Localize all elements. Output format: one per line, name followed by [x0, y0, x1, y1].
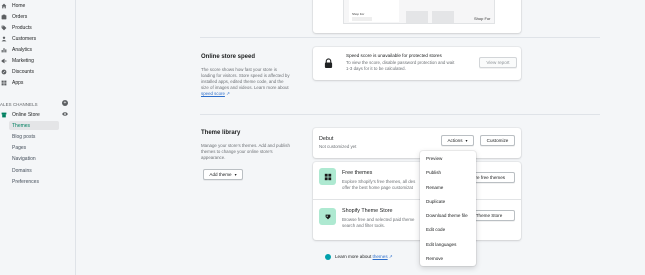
external-link-icon: ↗: [226, 91, 230, 96]
sidebar-item-analytics[interactable]: Analytics: [0, 45, 32, 54]
caret-down-icon: ▾: [465, 138, 468, 143]
tag-icon: [1, 25, 7, 31]
current-theme-card: Debut Not customized yet Actions ▾ Custo…: [313, 128, 521, 158]
menu-item-remove[interactable]: Remove: [426, 254, 443, 262]
preview-block: [352, 17, 372, 21]
discount-icon: [1, 69, 7, 75]
actions-menu: Preview Publish Rename Duplicate Downloa…: [420, 151, 476, 266]
person-icon: [1, 36, 7, 42]
store-icon: [1, 112, 7, 118]
theme-store-icon: [319, 208, 336, 225]
divider: [200, 37, 600, 38]
sidebar-item-label: Apps: [12, 79, 24, 86]
free-themes-desc: offer the best home page customizat: [342, 185, 413, 190]
bar-chart-icon: [1, 47, 7, 53]
preview-left-panel: Shop For: [349, 0, 399, 22]
desc-line: appearance.: [201, 155, 226, 160]
lock-icon: [324, 58, 333, 68]
sidebar-item-themes[interactable]: Themes: [9, 121, 59, 130]
apps-icon: [1, 80, 7, 86]
preview-image: [406, 11, 428, 23]
external-link-icon: ↗: [388, 254, 393, 259]
theme-preview-card: Shop For Shop For: [313, 0, 521, 33]
free-themes-icon: [319, 168, 336, 185]
sales-channels-header: ALES CHANNELS: [0, 101, 38, 107]
theme-store-desc: search and filter tools.: [342, 223, 385, 228]
sidebar-item-label: Analytics: [12, 46, 33, 53]
sidebar-item-preferences[interactable]: Preferences: [12, 177, 39, 186]
sidebar-item-navigation[interactable]: Navigation: [12, 154, 36, 163]
sidebar-item-label: Customers: [12, 35, 37, 42]
speed-card-title: Speed score is unavailable for protected…: [346, 53, 442, 58]
view-report-button[interactable]: View report: [479, 57, 517, 68]
main-content: Shop For Shop For Online store speed The…: [77, 0, 645, 275]
add-channel-button[interactable]: +: [62, 100, 68, 106]
sidebar-item-domains[interactable]: Domains: [12, 166, 32, 175]
sidebar-item-label: Discounts: [12, 68, 34, 75]
card-divider: [313, 199, 521, 200]
divider: [200, 114, 600, 115]
theme-store-desc: Browse free and selected paid theme: [342, 217, 415, 222]
add-theme-button[interactable]: Add theme ▾: [203, 169, 243, 180]
sidebar-item-discounts[interactable]: Discounts: [0, 67, 34, 76]
preview-image: [432, 11, 454, 23]
sidebar-item-label: Online Store: [12, 111, 40, 118]
sidebar-item-orders[interactable]: Orders: [0, 12, 27, 21]
menu-item-publish[interactable]: Publish: [426, 168, 441, 176]
sidebar-item-label: Products: [12, 24, 32, 31]
themes-link[interactable]: themes: [373, 254, 388, 259]
info-icon: [325, 254, 331, 260]
theme-store-title: Shopify Theme Store: [342, 208, 393, 214]
sidebar-item-blog-posts[interactable]: Blog posts: [12, 132, 35, 141]
free-themes-desc: Explore Shopify's free themes, all des: [342, 179, 416, 184]
sidebar: Home Orders Products Customers Analytics…: [0, 0, 76, 275]
sidebar-item-label: Marketing: [12, 57, 34, 64]
theme-name: Debut: [319, 136, 334, 142]
caret-down-icon: ▾: [234, 172, 237, 177]
customize-button[interactable]: Customize: [480, 135, 515, 146]
preview-label: Shop For: [474, 16, 491, 21]
sidebar-item-pages[interactable]: Pages: [12, 143, 26, 152]
actions-button[interactable]: Actions ▾: [441, 135, 474, 146]
sidebar-item-marketing[interactable]: Marketing: [0, 56, 34, 65]
theme-status: Not customized yet: [319, 144, 357, 149]
sidebar-item-label: Home: [12, 2, 26, 9]
theme-sources-card: Free themes Explore Shopify's free theme…: [313, 162, 521, 240]
eye-icon[interactable]: [62, 111, 68, 117]
add-theme-label: Add theme: [209, 172, 232, 177]
orders-icon: [1, 14, 7, 20]
actions-label: Actions: [447, 138, 463, 143]
library-section-desc: Manage your store's themes. Add and publ…: [201, 143, 311, 161]
menu-item-duplicate[interactable]: Duplicate: [426, 197, 445, 205]
menu-item-edit-languages[interactable]: Edit languages: [426, 240, 456, 248]
home-icon: [1, 3, 7, 9]
menu-item-preview[interactable]: Preview: [426, 154, 442, 162]
theme-preview-frame: Shop For Shop For: [343, 0, 495, 24]
preview-label: Shop For: [352, 12, 365, 16]
footer-text: Learn more about: [335, 254, 372, 259]
sidebar-item-customers[interactable]: Customers: [0, 34, 36, 43]
sidebar-item-products[interactable]: Products: [0, 23, 32, 32]
speed-card-line: To view the score, disable password prot…: [346, 60, 455, 65]
megaphone-icon: [1, 58, 7, 64]
learn-more-footer: Learn more about themes ↗: [335, 254, 393, 260]
speed-card-line: 1-3 days for it to be calculated.: [346, 66, 406, 71]
library-section-title: Theme library: [201, 130, 241, 136]
menu-item-rename[interactable]: Rename: [426, 183, 443, 191]
speed-section-title: Online store speed: [201, 54, 256, 60]
sidebar-item-label: Orders: [12, 13, 28, 20]
sidebar-item-online-store[interactable]: Online Store: [0, 110, 40, 119]
speed-score-card: Speed score is unavailable for protected…: [313, 47, 521, 80]
speed-score-link[interactable]: speed score: [201, 91, 225, 96]
free-themes-title: Free themes: [342, 170, 373, 176]
sidebar-item-apps[interactable]: Apps: [0, 78, 23, 87]
menu-item-edit-code[interactable]: Edit code: [426, 225, 445, 233]
sidebar-item-home[interactable]: Home: [0, 1, 25, 10]
speed-section-desc: The score shows how fast your store is l…: [201, 67, 311, 97]
menu-item-download-theme-file[interactable]: Download theme file: [426, 211, 468, 219]
